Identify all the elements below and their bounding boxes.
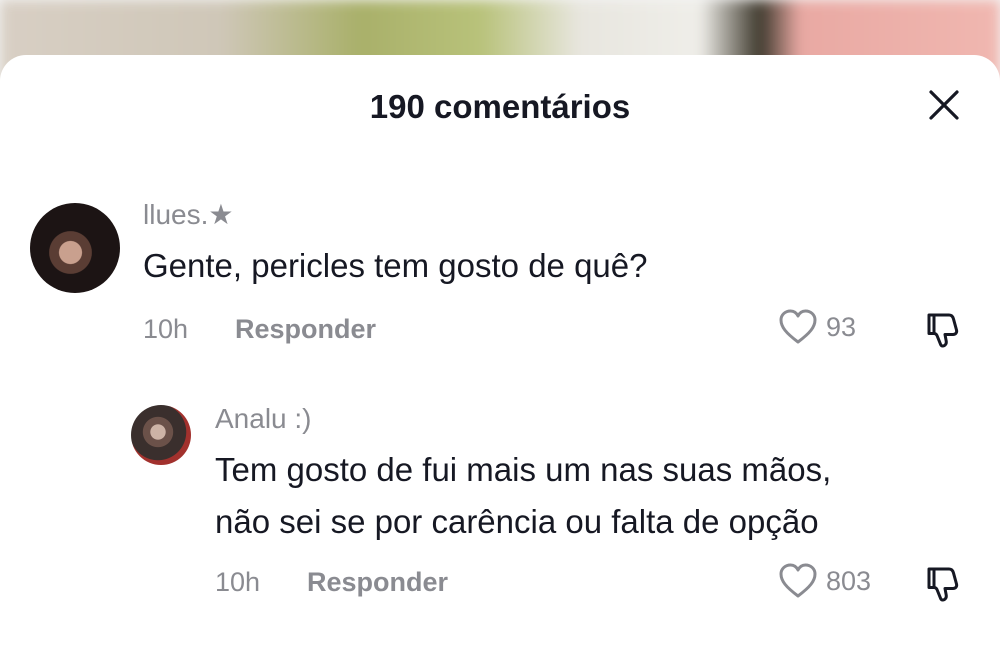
heart-outline-icon xyxy=(779,309,817,344)
comment-text-line: Tem gosto de fui mais um nas suas mãos, xyxy=(215,451,832,488)
avatar[interactable] xyxy=(131,405,191,465)
thumbs-down-icon xyxy=(927,567,959,602)
comment-timestamp: 10h xyxy=(215,567,261,597)
dislike-button[interactable] xyxy=(920,562,964,606)
comment-username[interactable]: Analu :) xyxy=(215,403,312,435)
like-button[interactable]: 803 xyxy=(778,562,871,600)
close-icon xyxy=(929,90,959,120)
dislike-button[interactable] xyxy=(920,308,964,352)
heart-outline-icon xyxy=(779,563,817,598)
comment-username[interactable]: llues.★ xyxy=(143,198,233,231)
close-button[interactable] xyxy=(925,86,963,124)
reply-button[interactable]: Responder xyxy=(307,567,448,598)
like-count: 803 xyxy=(826,565,872,596)
like-count: 93 xyxy=(826,311,857,342)
comment-text: Gente, pericles tem gosto de quê? xyxy=(143,247,648,284)
comment-timestamp: 10h xyxy=(143,314,189,344)
reply-button[interactable]: Responder xyxy=(235,314,376,345)
thumbs-down-icon xyxy=(927,313,959,348)
like-button[interactable]: 93 xyxy=(778,308,856,346)
comment-text-line: não sei se por carência ou falta de opçã… xyxy=(215,503,819,540)
comments-count-title: 190 comentários xyxy=(369,88,631,125)
avatar[interactable] xyxy=(30,203,120,293)
